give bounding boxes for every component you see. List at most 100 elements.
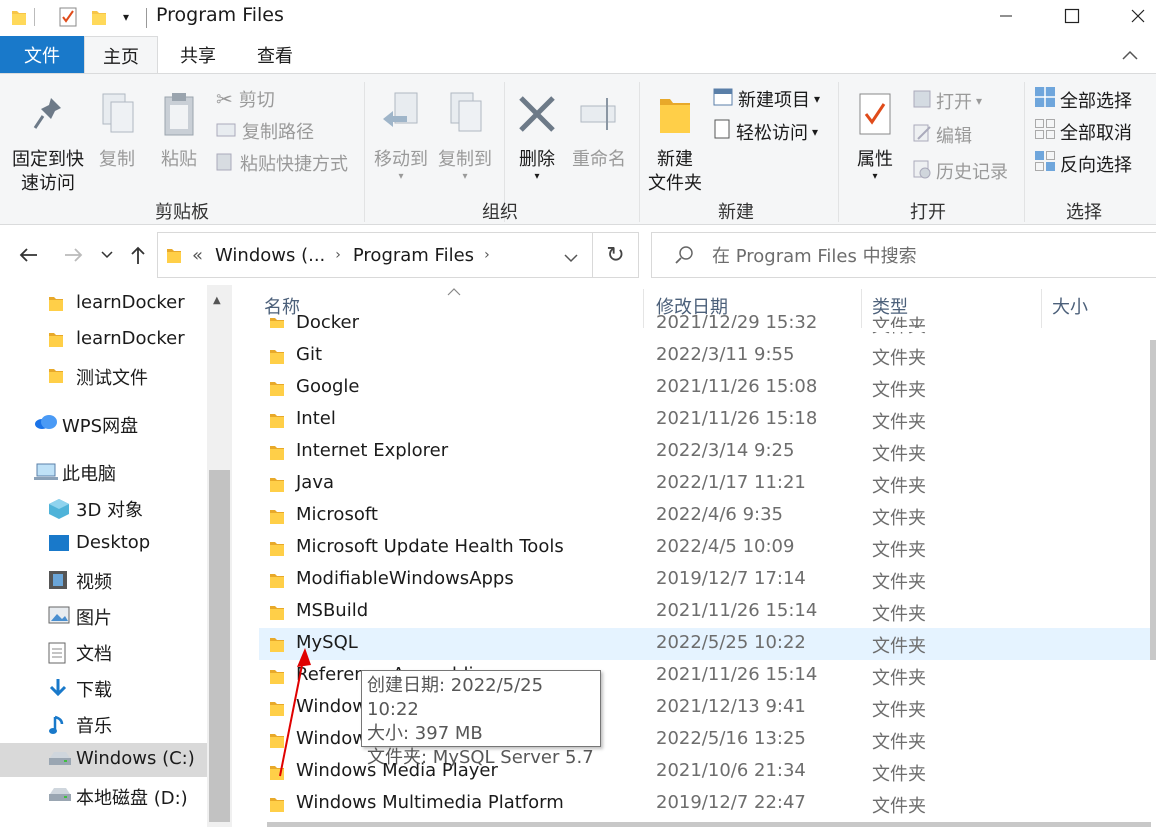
nav-item-图片[interactable]: 图片	[0, 599, 207, 633]
group-separator	[838, 82, 839, 222]
file-row[interactable]: MySQL 2022/5/25 10:22 文件夹	[259, 628, 1151, 660]
forward-arrow-icon[interactable]	[58, 238, 90, 272]
file-name: Git	[296, 344, 323, 365]
nav-item-learndocker[interactable]: learnDocker	[0, 323, 207, 357]
new-folder-quick-icon[interactable]	[88, 4, 110, 30]
cut-button[interactable]: ✂ 剪切	[216, 86, 275, 112]
move-to-button[interactable]: 移动到 ▾	[370, 90, 432, 182]
breadcrumb-chevron-icon[interactable]: ›	[335, 247, 341, 263]
customize-quick-access-dropdown-icon[interactable]: ▾	[116, 4, 136, 30]
history-button[interactable]: 历史记录	[912, 158, 1008, 184]
edit-button[interactable]: 编辑	[912, 122, 972, 148]
nav-item-desktop[interactable]: Desktop	[0, 527, 207, 561]
copy-button[interactable]: 复制	[94, 90, 140, 172]
rename-button[interactable]: 重命名	[568, 90, 630, 172]
close-button[interactable]	[1112, 0, 1156, 32]
file-row[interactable]: Google 2021/11/26 15:08 文件夹	[259, 372, 1151, 404]
file-row[interactable]: MSBuild 2021/11/26 15:14 文件夹	[259, 596, 1151, 628]
minimize-button[interactable]	[980, 0, 1032, 32]
address-bar[interactable]: « Windows (... › Program Files ›	[157, 232, 593, 278]
copy-path-icon	[216, 121, 236, 142]
paste-shortcut-button[interactable]: 粘贴快捷方式	[216, 150, 348, 176]
nav-item-测试文件[interactable]: 测试文件	[0, 359, 207, 393]
easy-access-button[interactable]: 轻松访问 ▾	[712, 118, 818, 145]
header-divider	[237, 328, 1156, 332]
breadcrumb-chevron-icon[interactable]: ›	[484, 247, 490, 263]
delete-button[interactable]: 删除 ▾	[512, 90, 562, 182]
content-vertical-scrollbar-thumb[interactable]	[1150, 340, 1156, 660]
copy-to-label: 复制到	[438, 149, 492, 170]
collapse-ribbon-chevron-icon[interactable]	[1116, 36, 1144, 74]
nav-item-wps网盘[interactable]: WPS网盘	[0, 407, 207, 441]
file-row[interactable]: ModifiableWindowsApps 2019/12/7 17:14 文件夹	[259, 564, 1151, 596]
address-dropdown-icon[interactable]	[564, 247, 578, 268]
nav-scrollbar-thumb[interactable]	[209, 470, 230, 822]
nav-item-下载[interactable]: 下载	[0, 671, 207, 705]
content-horizontal-scrollbar-thumb[interactable]	[267, 822, 1151, 827]
tab-file[interactable]: 文件	[0, 36, 84, 74]
new-item-button[interactable]: 新建项目 ▾	[712, 86, 820, 112]
nav-item-label: 视频	[76, 572, 112, 593]
folder-icon	[269, 667, 285, 685]
file-row[interactable]: Microsoft Update Health Tools 2022/4/5 10…	[259, 532, 1151, 564]
breadcrumb-windows[interactable]: Windows (...	[215, 245, 325, 266]
file-row[interactable]: Intel 2021/11/26 15:18 文件夹	[259, 404, 1151, 436]
paste-button[interactable]: 粘贴	[156, 90, 202, 172]
nav-item-learndocker[interactable]: learnDocker	[0, 287, 207, 321]
file-type: 文件夹	[872, 636, 926, 657]
tooltip-folders: 文件夹: MySQL Server 5.7	[367, 747, 594, 768]
new-folder-button[interactable]: 新建 文件夹	[644, 90, 706, 196]
nav-item-windows-c[interactable]: Windows (C:)	[0, 743, 207, 777]
tab-home[interactable]: 主页	[84, 36, 158, 74]
nav-item-文档[interactable]: 文档	[0, 635, 207, 669]
nav-item-label: 音乐	[76, 716, 112, 737]
breadcrumb-overflow[interactable]: «	[192, 245, 203, 266]
new-folder-label-line1: 新建	[657, 149, 693, 170]
copy-to-button[interactable]: 复制到 ▾	[434, 90, 496, 182]
refresh-button[interactable]: ↻	[593, 232, 639, 278]
search-box[interactable]: 在 Program Files 中搜索	[651, 232, 1156, 278]
file-row[interactable]: Git 2022/3/11 9:55 文件夹	[259, 340, 1151, 372]
file-date: 2019/12/7 17:14	[656, 568, 806, 589]
select-none-button[interactable]: 全部取消	[1034, 118, 1132, 145]
folder-icon	[166, 246, 182, 264]
nav-scrollbar[interactable]: ▲	[207, 285, 232, 827]
open-button[interactable]: 打开 ▾	[912, 88, 982, 114]
folder-icon	[269, 699, 285, 717]
nav-item-本地磁盘-d[interactable]: 本地磁盘 (D:)	[0, 779, 207, 813]
ribbon-tabs: 文件 主页 共享 查看	[0, 36, 1156, 74]
file-row[interactable]: Java 2022/1/17 11:21 文件夹	[259, 468, 1151, 500]
nav-item-音乐[interactable]: 音乐	[0, 707, 207, 741]
rename-label: 重命名	[572, 149, 626, 170]
file-row[interactable]: Docker 2021/12/29 15:32 文件夹	[259, 308, 1151, 340]
tab-share[interactable]: 共享	[164, 36, 232, 74]
pin-to-quick-access-button[interactable]: 固定到快 速访问	[8, 90, 88, 196]
up-arrow-icon[interactable]	[124, 238, 152, 272]
nav-item-此电脑[interactable]: 此电脑	[0, 455, 207, 489]
select-group-label: 选择	[1066, 202, 1102, 223]
nav-item-3d-对象[interactable]: 3D 对象	[0, 491, 207, 525]
properties-button[interactable]: 属性 ▾	[848, 90, 902, 182]
window-title: Program Files	[156, 4, 284, 26]
tab-view[interactable]: 查看	[240, 36, 310, 74]
maximize-button[interactable]	[1046, 0, 1098, 32]
history-icon	[912, 159, 932, 184]
file-type: 文件夹	[872, 476, 926, 497]
file-row[interactable]: Windows Multimedia Platform 2019/12/7 22:…	[259, 788, 1151, 820]
file-row[interactable]: Internet Explorer 2022/3/14 9:25 文件夹	[259, 436, 1151, 468]
recent-locations-chevron-icon[interactable]	[96, 238, 118, 272]
nav-item-视频[interactable]: 视频	[0, 563, 207, 597]
file-row[interactable]: Microsoft 2022/4/6 9:35 文件夹	[259, 500, 1151, 532]
copy-path-button[interactable]: 复制路径	[216, 118, 314, 144]
properties-quick-icon[interactable]	[55, 4, 81, 30]
file-date: 2022/5/16 13:25	[656, 728, 806, 749]
scroll-up-icon[interactable]: ▲	[213, 295, 221, 306]
folder-icon	[48, 294, 64, 312]
breadcrumb-program-files[interactable]: Program Files	[353, 245, 474, 266]
paste-icon	[156, 90, 202, 138]
invert-selection-button[interactable]: 反向选择	[1034, 150, 1132, 177]
file-type: 文件夹	[872, 508, 926, 529]
title-separator	[146, 8, 147, 28]
select-all-button[interactable]: 全部选择	[1034, 86, 1132, 113]
back-arrow-icon[interactable]	[12, 238, 44, 272]
